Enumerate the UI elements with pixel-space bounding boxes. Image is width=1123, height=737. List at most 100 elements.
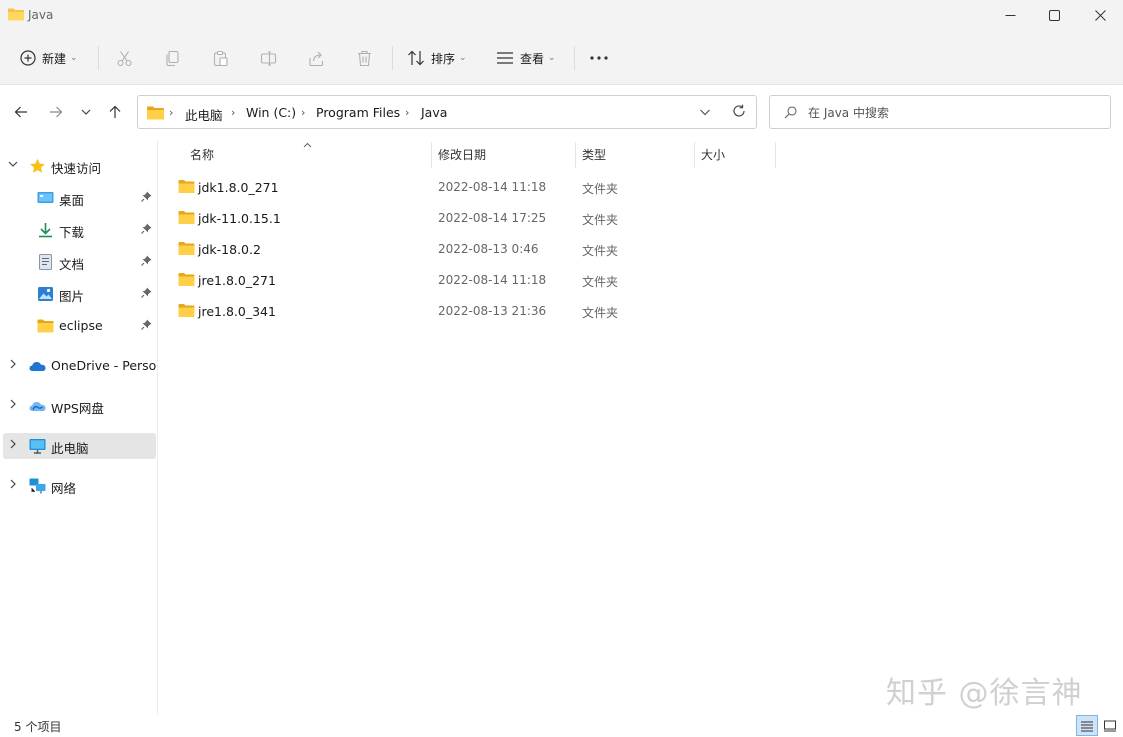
view-button[interactable]: 查看 ⌄ xyxy=(496,43,556,73)
chevron-down-icon: ⌄ xyxy=(70,53,78,63)
column-header-size[interactable]: 大小 xyxy=(701,146,725,163)
file-name: jdk-18.0.2 xyxy=(198,242,261,257)
column-divider[interactable] xyxy=(775,142,776,168)
sidebar-item-label: eclipse xyxy=(59,318,103,333)
item-count: 5 个项目 xyxy=(14,718,61,735)
folder-icon xyxy=(178,179,195,194)
folder-icon xyxy=(178,303,195,318)
file-type: 文件夹 xyxy=(582,180,618,197)
delete-button[interactable] xyxy=(356,43,373,73)
breadcrumb-program-files[interactable]: Program Files xyxy=(316,105,400,120)
folder-icon xyxy=(178,272,195,287)
sidebar-item-label: 图片 xyxy=(59,286,84,305)
chevron-right-icon[interactable] xyxy=(8,359,20,373)
pin-icon xyxy=(141,191,152,202)
chevron-down-icon: ⌄ xyxy=(548,53,556,63)
arrow-right-icon xyxy=(49,105,63,119)
copy-icon xyxy=(164,50,181,67)
chevron-right-icon: › xyxy=(301,106,305,119)
search-input[interactable] xyxy=(808,104,1098,122)
maximize-button[interactable] xyxy=(1031,0,1077,30)
column-header-type[interactable]: 类型 xyxy=(582,146,606,163)
cut-button[interactable] xyxy=(116,43,133,73)
column-divider[interactable] xyxy=(431,142,432,168)
forward-button[interactable] xyxy=(45,101,67,123)
up-button[interactable] xyxy=(104,101,126,123)
minimize-icon xyxy=(1005,10,1016,21)
table-row[interactable]: jre1.8.0_271 2022-08-14 11:18 文件夹 xyxy=(167,265,787,295)
chevron-down-icon[interactable] xyxy=(699,105,711,119)
picture-icon xyxy=(37,286,54,302)
sidebar-item-pictures[interactable]: 图片 xyxy=(0,281,158,307)
breadcrumb-this-pc[interactable]: 此电脑 xyxy=(185,105,223,124)
navigation-pane: 快速访问 桌面 下载 文档 图片 eclipse OneDrive - Pers… xyxy=(0,140,158,714)
view-button-label: 查看 xyxy=(520,50,544,67)
title-bar: Java xyxy=(0,0,1123,30)
rename-icon xyxy=(260,50,277,67)
sidebar-item-network[interactable]: 网络 xyxy=(0,473,158,499)
sidebar-item-desktop[interactable]: 桌面 xyxy=(0,185,158,211)
file-date: 2022-08-13 0:46 xyxy=(438,242,539,256)
sort-button-label: 排序 xyxy=(431,50,455,67)
address-row: › 此电脑 › Win (C:) › Program Files › Java xyxy=(0,85,1123,140)
copy-button[interactable] xyxy=(164,43,181,73)
file-name: jdk-11.0.15.1 xyxy=(198,211,281,226)
minimize-button[interactable] xyxy=(987,0,1033,30)
recent-locations-button[interactable] xyxy=(75,101,97,123)
folder-icon xyxy=(8,8,24,21)
sidebar-item-label: 文档 xyxy=(59,254,84,273)
paste-button[interactable] xyxy=(212,43,229,73)
chevron-right-icon: › xyxy=(405,106,409,119)
chevron-right-icon[interactable] xyxy=(8,439,20,453)
new-button-label: 新建 xyxy=(42,50,66,67)
share-icon xyxy=(308,50,325,67)
pin-icon xyxy=(141,255,152,266)
column-header-date[interactable]: 修改日期 xyxy=(438,146,486,163)
cut-icon xyxy=(116,50,133,67)
sidebar-item-quick-access[interactable]: 快速访问 xyxy=(0,153,158,179)
sidebar-item-documents[interactable]: 文档 xyxy=(0,249,158,275)
address-bar[interactable]: › 此电脑 › Win (C:) › Program Files › Java xyxy=(137,95,757,129)
file-date: 2022-08-14 11:18 xyxy=(438,273,546,287)
table-row[interactable]: jdk1.8.0_271 2022-08-14 11:18 文件夹 xyxy=(167,172,787,202)
more-options-button[interactable] xyxy=(590,43,608,73)
desktop-icon xyxy=(37,190,54,206)
table-row[interactable]: jdk-18.0.2 2022-08-13 0:46 文件夹 xyxy=(167,234,787,264)
toolbar-divider xyxy=(574,46,575,70)
sidebar-item-this-pc[interactable]: 此电脑 xyxy=(3,433,156,459)
breadcrumb-java[interactable]: Java xyxy=(421,105,447,120)
chevron-right-icon[interactable] xyxy=(8,479,20,493)
sidebar-item-wps-cloud[interactable]: WPS网盘 xyxy=(0,393,158,419)
sidebar-item-downloads[interactable]: 下载 xyxy=(0,217,158,243)
arrow-up-icon xyxy=(108,105,122,119)
column-header-name[interactable]: 名称 xyxy=(190,146,214,163)
file-name: jre1.8.0_271 xyxy=(198,273,276,288)
chevron-right-icon: › xyxy=(169,106,173,119)
refresh-icon[interactable] xyxy=(732,104,746,118)
pin-icon xyxy=(141,287,152,298)
close-button[interactable] xyxy=(1077,0,1123,30)
table-row[interactable]: jdk-11.0.15.1 2022-08-14 17:25 文件夹 xyxy=(167,203,787,233)
toolbar-divider xyxy=(98,46,99,70)
sort-button[interactable]: 排序 ⌄ xyxy=(407,43,467,73)
breadcrumb-drive[interactable]: Win (C:) xyxy=(246,105,296,120)
large-icons-view-button[interactable] xyxy=(1099,715,1121,736)
chevron-down-icon: ⌄ xyxy=(459,53,467,63)
new-button[interactable]: 新建 ⌄ xyxy=(20,43,78,73)
rename-button[interactable] xyxy=(260,43,277,73)
file-name: jdk1.8.0_271 xyxy=(198,180,279,195)
folder-icon xyxy=(178,210,195,225)
table-row[interactable]: jre1.8.0_341 2022-08-13 21:36 文件夹 xyxy=(167,296,787,326)
back-button[interactable] xyxy=(10,101,32,123)
delete-icon xyxy=(356,50,373,67)
column-divider[interactable] xyxy=(575,142,576,168)
chevron-down-icon[interactable] xyxy=(8,159,20,173)
pin-icon xyxy=(141,319,152,330)
sidebar-item-eclipse[interactable]: eclipse xyxy=(0,313,158,339)
share-button[interactable] xyxy=(308,43,325,73)
search-box[interactable] xyxy=(769,95,1111,129)
column-divider[interactable] xyxy=(694,142,695,168)
details-view-button[interactable] xyxy=(1076,715,1098,736)
chevron-right-icon[interactable] xyxy=(8,399,20,413)
sidebar-item-onedrive[interactable]: OneDrive - Personal xyxy=(0,353,158,379)
